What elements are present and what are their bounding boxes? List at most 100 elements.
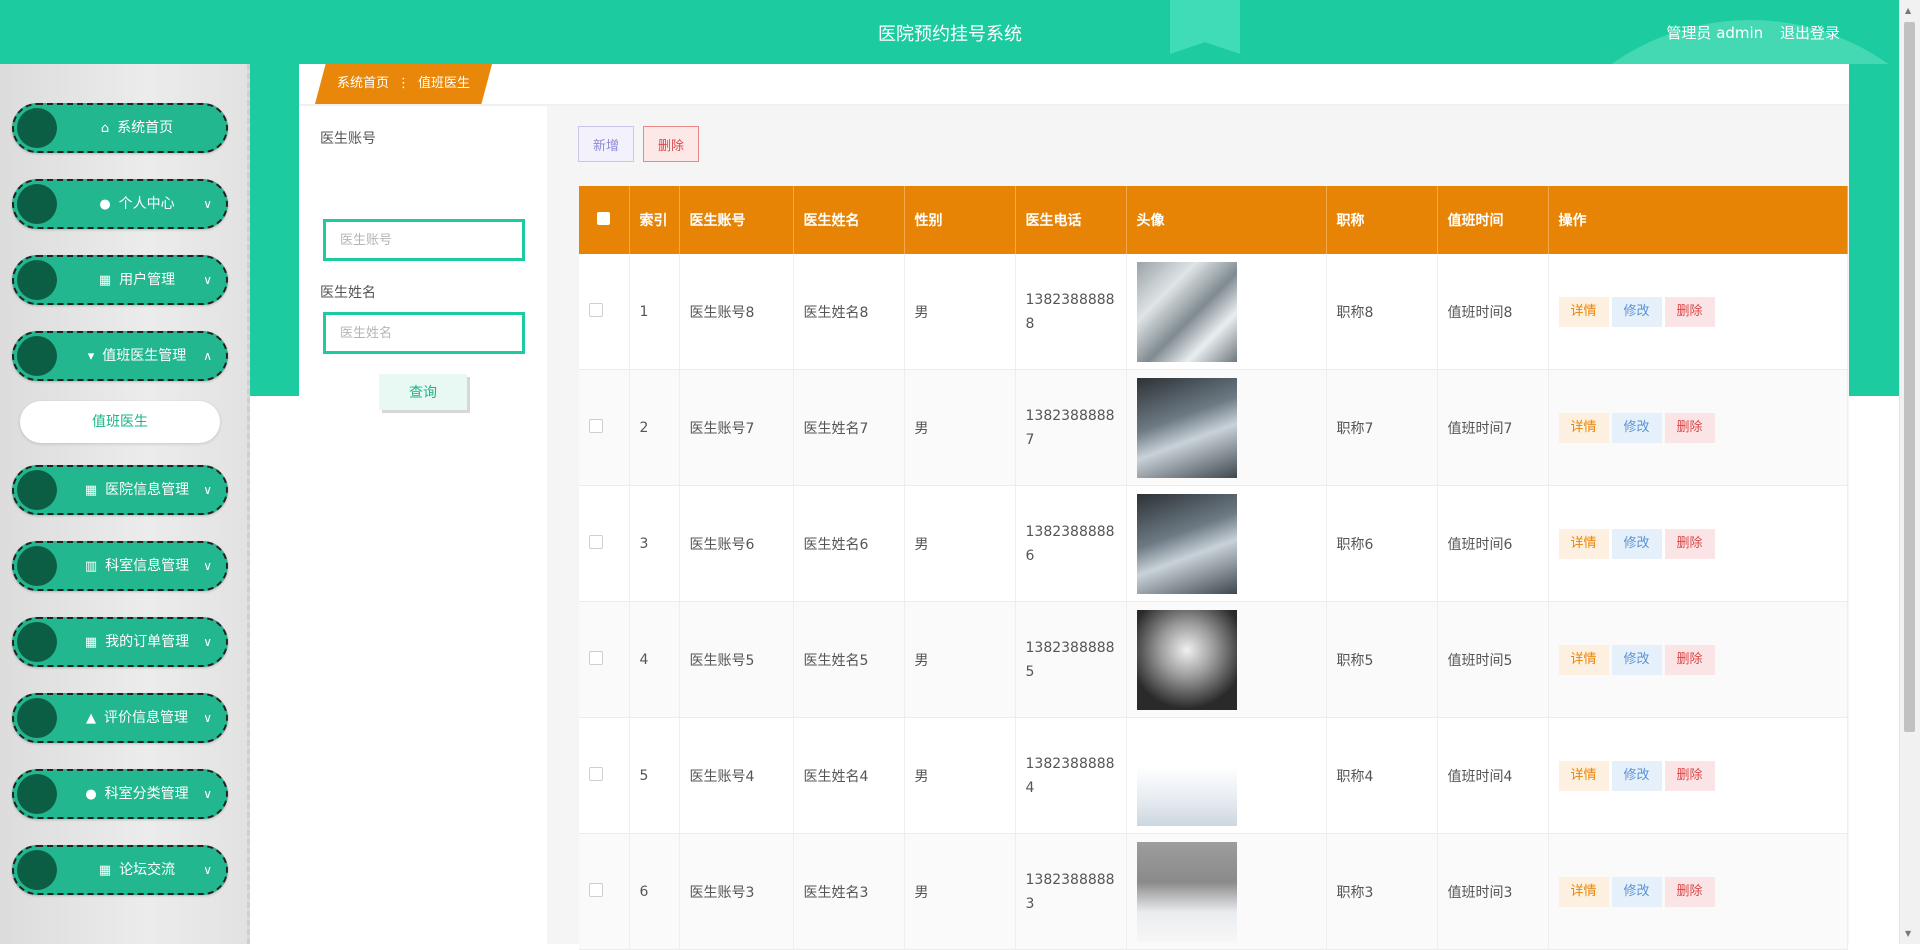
- cell-gender: 男: [904, 369, 1016, 486]
- sidebar-item-4[interactable]: ▦ 医院信息管理 ∨: [12, 465, 228, 515]
- cell-name: 医生姓名5: [793, 601, 905, 718]
- row-checkbox[interactable]: [589, 766, 603, 781]
- delete-button[interactable]: 删除: [1664, 644, 1715, 675]
- edit-button[interactable]: 修改: [1611, 760, 1662, 791]
- row-select-cell[interactable]: [579, 601, 630, 718]
- row-select-cell[interactable]: [579, 717, 630, 834]
- sidebar-item-label: 论坛交流: [119, 862, 176, 878]
- detail-button[interactable]: 详情: [1558, 412, 1609, 443]
- scroll-up-icon[interactable]: ▲: [1905, 6, 1911, 15]
- sidebar-knob: [17, 470, 57, 510]
- sidebar-item-label: 科室分类管理: [104, 786, 189, 802]
- detail-button[interactable]: 详情: [1558, 644, 1609, 675]
- doctor-table: 索引 医生账号 医生姓名 性别 医生电话 头像 职称 值班时间 操作 1 医生账号…: [579, 186, 1848, 950]
- cell-duty: 值班时间5: [1437, 601, 1549, 718]
- cell-phone: 13823888886: [1015, 485, 1127, 602]
- cell-name: 医生姓名7: [793, 369, 905, 486]
- cell-title: 职称7: [1326, 369, 1438, 486]
- cell-phone: 13823888887: [1015, 369, 1127, 486]
- row-select-cell[interactable]: [579, 833, 630, 950]
- scroll-down-icon[interactable]: ▼: [1905, 929, 1911, 938]
- col-phone: 医生电话: [1015, 186, 1127, 254]
- user-icon: ●: [85, 787, 97, 802]
- doctor-avatar[interactable]: [1136, 725, 1237, 826]
- app-title: 医院预约挂号系统: [878, 24, 1022, 45]
- row-checkbox[interactable]: [589, 302, 603, 317]
- delete-button[interactable]: 删除: [1664, 528, 1715, 559]
- sidebar-item-label: 系统首页: [117, 120, 174, 136]
- scrollbar-thumb[interactable]: [1904, 22, 1915, 732]
- row-checkbox[interactable]: [589, 882, 603, 897]
- name-label: 医生姓名: [320, 285, 376, 301]
- query-button[interactable]: 查询: [379, 374, 467, 410]
- edit-button[interactable]: 修改: [1611, 296, 1662, 327]
- row-select-cell[interactable]: [579, 254, 630, 370]
- sidebar-knob: [17, 336, 57, 376]
- page-scrollbar[interactable]: ▲ ▼: [1899, 0, 1920, 944]
- account-input[interactable]: [323, 219, 525, 261]
- logout-link[interactable]: 退出登录: [1780, 24, 1840, 42]
- sidebar-label-wrap: ⌂ 系统首页: [62, 105, 212, 152]
- sidebar-item-1[interactable]: ● 个人中心 ∨: [12, 179, 228, 229]
- cell-avatar: [1126, 601, 1327, 718]
- sidebar-item-7[interactable]: ▲ 评价信息管理 ∨: [12, 693, 228, 743]
- doctor-avatar[interactable]: [1136, 493, 1237, 594]
- sidebar-label-wrap: ▦ 我的订单管理: [62, 619, 212, 666]
- row-checkbox[interactable]: [589, 534, 603, 549]
- sidebar-item-2[interactable]: ▦ 用户管理 ∨: [12, 255, 228, 305]
- doctor-avatar[interactable]: [1136, 609, 1237, 710]
- breadcrumb-home[interactable]: 系统首页: [337, 76, 389, 91]
- doctor-avatar[interactable]: [1136, 377, 1237, 478]
- row-select-cell[interactable]: [579, 369, 630, 486]
- edit-button[interactable]: 修改: [1611, 876, 1662, 907]
- sidebar-label-wrap: ▾ 值班医生管理: [62, 333, 212, 380]
- table-row: 4 医生账号5 医生姓名5 男 13823888885 职称5 值班时间5 详情 修改 删除: [579, 601, 1848, 718]
- select-all-cell[interactable]: [579, 186, 630, 254]
- detail-button[interactable]: 详情: [1558, 876, 1609, 907]
- cell-phone: 13823888888: [1015, 254, 1127, 370]
- detail-button[interactable]: 详情: [1558, 528, 1609, 559]
- col-name: 医生姓名: [793, 186, 905, 254]
- edit-button[interactable]: 修改: [1611, 528, 1662, 559]
- row-checkbox[interactable]: [589, 650, 603, 665]
- cell-index: 1: [629, 254, 680, 370]
- name-input[interactable]: [323, 312, 525, 354]
- chevron-icon: ∨: [203, 197, 212, 211]
- add-button[interactable]: 新增: [578, 126, 635, 162]
- doctor-avatar[interactable]: [1136, 261, 1237, 362]
- sidebar-item-0[interactable]: ⌂ 系统首页: [12, 103, 228, 153]
- row-checkbox[interactable]: [589, 418, 603, 433]
- row-select-cell[interactable]: [579, 485, 630, 602]
- cell-avatar: [1126, 485, 1327, 602]
- sidebar-label-wrap: ▦ 医院信息管理: [62, 467, 212, 514]
- cell-name: 医生姓名8: [793, 254, 905, 370]
- sidebar-item-6[interactable]: ▦ 我的订单管理 ∨: [12, 617, 228, 667]
- table-icon: ▦: [98, 863, 112, 878]
- select-all-checkbox[interactable]: [597, 211, 611, 225]
- sidebar-knob: [17, 622, 57, 662]
- cell-title: 职称4: [1326, 717, 1438, 834]
- grid-icon: ▦: [84, 635, 98, 650]
- cell-account: 医生账号4: [679, 717, 794, 834]
- sidebar-item-label: 值班医生管理: [102, 348, 187, 364]
- user-icon: ●: [99, 197, 111, 212]
- delete-button[interactable]: 删除: [1664, 412, 1715, 443]
- delete-button[interactable]: 删除: [1664, 876, 1715, 907]
- detail-button[interactable]: 详情: [1558, 760, 1609, 791]
- sidebar-item-5[interactable]: ▥ 科室信息管理 ∨: [12, 541, 228, 591]
- sidebar-item-9[interactable]: ▦ 论坛交流 ∨: [12, 845, 228, 895]
- edit-button[interactable]: 修改: [1611, 644, 1662, 675]
- cell-duty: 值班时间3: [1437, 833, 1549, 950]
- edit-button[interactable]: 修改: [1611, 412, 1662, 443]
- main-panel: 系统首页 ⋮ 值班医生 医生账号 医生姓名 查询 新增 删除 索引 医生账号 医生姓…: [299, 64, 1849, 950]
- delete-button[interactable]: 删除: [1664, 296, 1715, 327]
- sidebar-subitem-active[interactable]: 值班医生: [20, 401, 220, 443]
- doctor-avatar[interactable]: [1136, 841, 1237, 942]
- detail-button[interactable]: 详情: [1558, 296, 1609, 327]
- sidebar-item-3[interactable]: ▾ 值班医生管理 ∧: [12, 331, 228, 381]
- batch-delete-button[interactable]: 删除: [643, 126, 700, 162]
- home-icon: ⌂: [100, 121, 110, 136]
- sidebar-item-8[interactable]: ● 科室分类管理 ∨: [12, 769, 228, 819]
- chevron-icon: ∨: [203, 273, 212, 287]
- delete-button[interactable]: 删除: [1664, 760, 1715, 791]
